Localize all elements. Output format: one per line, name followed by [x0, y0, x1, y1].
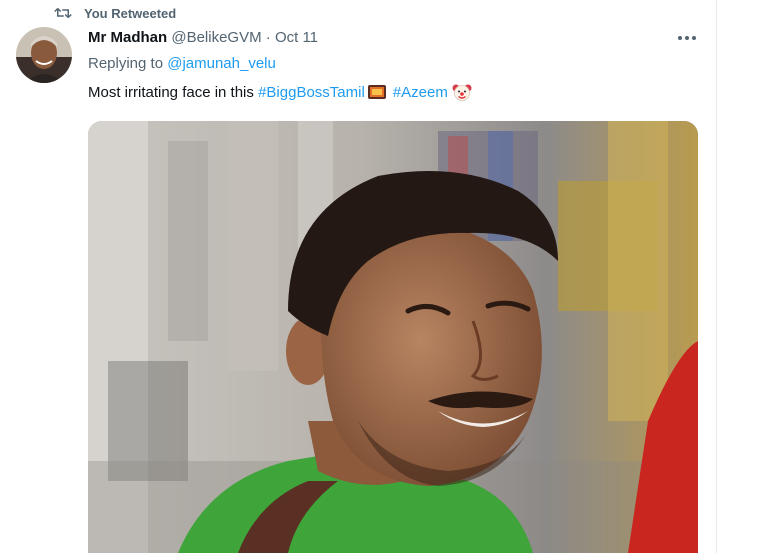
avatar[interactable]	[16, 27, 72, 83]
retweet-context: You Retweeted	[54, 4, 176, 22]
reply-mention-link[interactable]: @jamunah_velu	[167, 55, 276, 72]
author-name[interactable]: Mr Madhan	[88, 29, 167, 46]
retweet-icon	[54, 7, 72, 19]
replying-to: Replying to @jamunah_velu	[88, 55, 276, 72]
tweet-photo[interactable]	[88, 121, 698, 553]
clown-face-emoji	[452, 84, 472, 101]
replying-to-label: Replying to	[88, 55, 164, 72]
retweet-label: You Retweeted	[84, 5, 177, 21]
tweet-date[interactable]: Oct 11	[275, 29, 318, 46]
bigg-boss-tv-emoji	[367, 85, 386, 99]
hashtag-azeem[interactable]: #Azeem	[393, 84, 448, 101]
separator-dot: ·	[265, 29, 271, 46]
tweet-header: Mr Madhan @BelikeGVM · Oct 11	[88, 29, 318, 46]
hashtag-biggbosstamil[interactable]: #BiggBossTamil	[258, 84, 365, 101]
tweet-text: Most irritating face in this #BiggBossTa…	[88, 82, 472, 102]
tweet[interactable]: You Retweeted Mr Madhan @BelikeGVM · Oct…	[0, 0, 716, 553]
timeline-border	[716, 0, 717, 553]
more-options-icon[interactable]	[676, 30, 698, 46]
tweet-body-text: Most irritating face in this	[88, 83, 254, 101]
author-handle[interactable]: @BelikeGVM	[171, 29, 261, 46]
